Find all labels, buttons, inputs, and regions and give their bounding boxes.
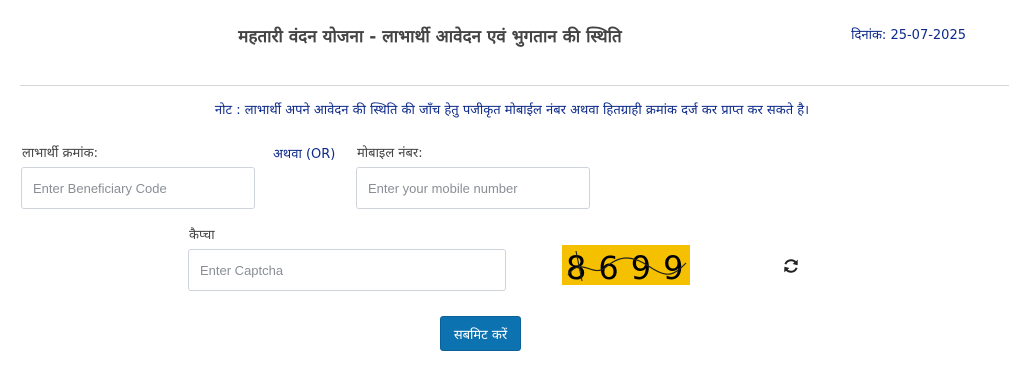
current-date: दिनांक: 25-07-2025 xyxy=(851,28,966,43)
captcha-image: 8699 xyxy=(562,245,690,285)
mobile-number-label: मोबाइल नंबर: xyxy=(357,146,423,161)
mobile-number-input[interactable] xyxy=(356,167,590,209)
or-separator-label: अथवा (OR) xyxy=(273,147,336,162)
page-title: महतारी वंदन योजना - लाभार्थी आवेदन एवं भ… xyxy=(238,27,622,47)
info-note: नोट : लाभार्थी अपने आवेदन की स्थिति की ज… xyxy=(214,103,810,118)
captcha-input[interactable] xyxy=(188,249,506,291)
submit-button[interactable]: सबमिट करें xyxy=(440,316,521,351)
beneficiary-code-input[interactable] xyxy=(21,167,255,209)
header-divider xyxy=(20,85,1009,86)
captcha-label: कैप्चा xyxy=(189,228,215,243)
status-panel: महतारी वंदन योजना - लाभार्थी आवेदन एवं भ… xyxy=(0,0,1024,368)
beneficiary-code-label: लाभार्थी क्रमांक: xyxy=(22,146,98,161)
refresh-captcha-icon[interactable] xyxy=(781,256,801,276)
